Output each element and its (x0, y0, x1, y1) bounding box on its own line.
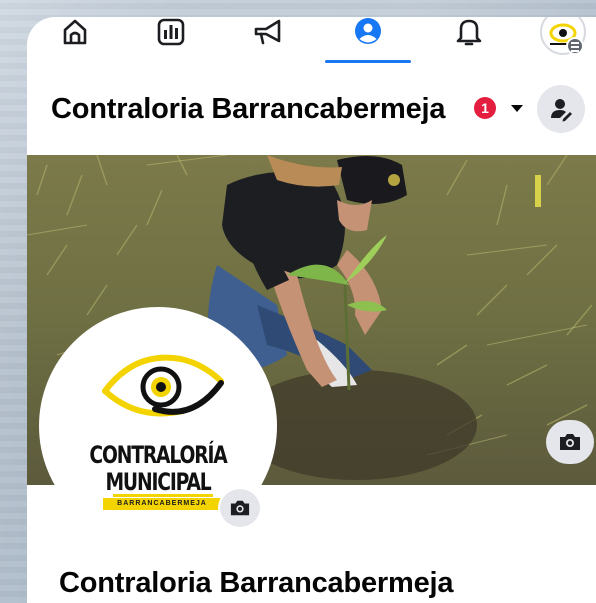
profile-icon (355, 18, 381, 44)
caret-down-icon[interactable] (511, 105, 523, 112)
logo-underline (113, 494, 213, 497)
logo-tagline: BARRANCABERMEJA (103, 498, 221, 510)
nav-dashboard[interactable] (151, 17, 191, 65)
page-header: Contraloria Barrancabermeja 1 (27, 85, 596, 143)
nav-profile[interactable] (348, 17, 388, 65)
megaphone-icon (254, 19, 281, 45)
nav-ads[interactable] (249, 17, 289, 65)
logo-text-line2: MUNICIPAL (105, 468, 211, 496)
top-nav (27, 17, 596, 65)
edit-cover-button[interactable] (546, 420, 594, 464)
switch-profile-icon (551, 99, 572, 122)
menu-overlay-icon (566, 37, 584, 55)
active-tab-indicator (325, 60, 411, 63)
logo-text-line1: CONTRALORÍA (89, 441, 227, 469)
eye-logo-icon (102, 354, 224, 417)
notification-badge[interactable]: 1 (474, 97, 496, 119)
camera-icon (560, 434, 580, 450)
page-name: Contraloria Barrancabermeja (59, 567, 454, 599)
camera-icon (230, 500, 250, 516)
bell-icon (456, 19, 482, 46)
dashboard-icon (157, 18, 185, 46)
page-title: Contraloria Barrancabermeja (51, 93, 446, 125)
edit-profile-picture-button[interactable] (218, 487, 262, 529)
switch-profile-button[interactable] (537, 85, 585, 133)
app-screen: Contraloria Barrancabermeja 1 CONTRALORÍ… (27, 17, 596, 603)
nav-home[interactable] (55, 17, 95, 65)
home-icon (63, 19, 87, 45)
nav-notifications[interactable] (449, 17, 489, 65)
